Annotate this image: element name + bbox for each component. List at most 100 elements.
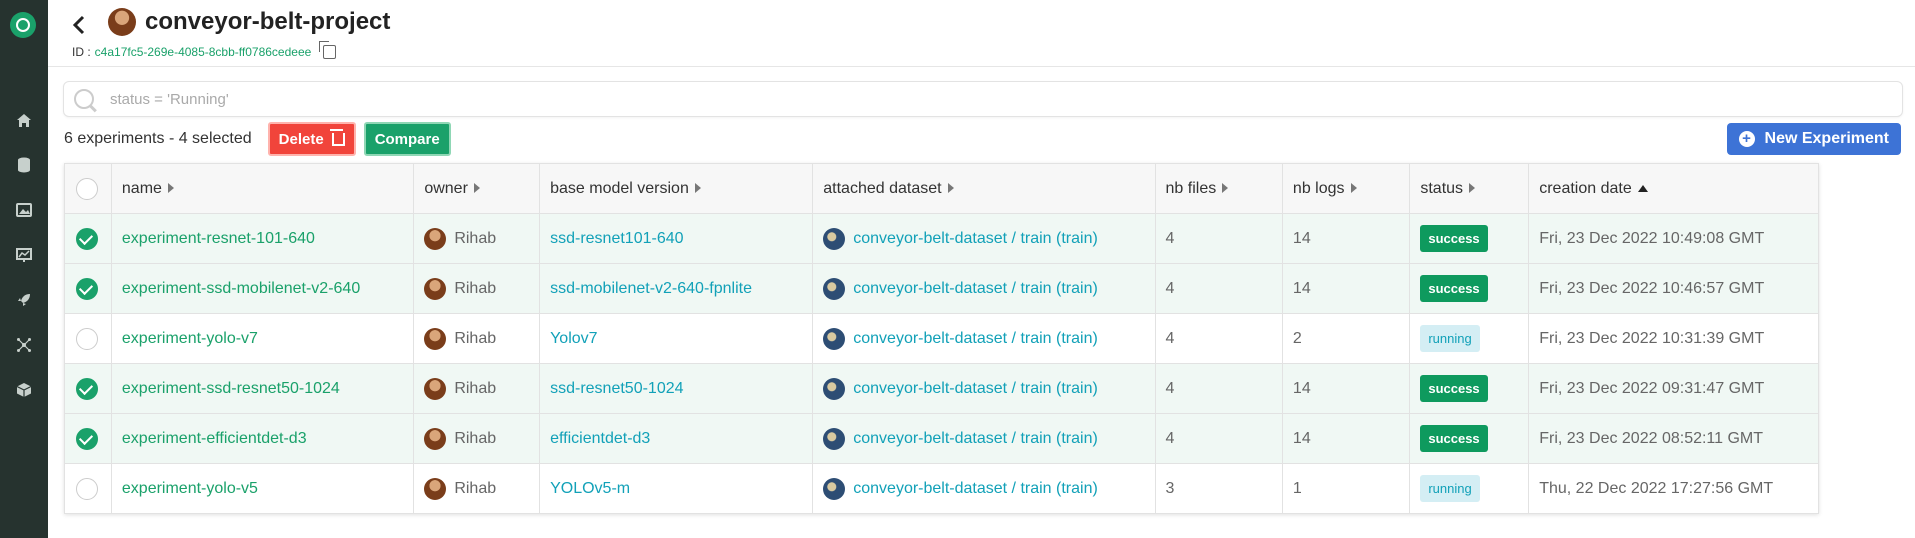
dataset-link[interactable]: conveyor-belt-dataset / train (train) (853, 480, 1098, 497)
sort-caret-icon (167, 183, 174, 194)
cube-icon[interactable] (0, 377, 48, 403)
experiment-name-link[interactable]: experiment-ssd-resnet50-1024 (110, 363, 415, 414)
rocket-icon[interactable] (0, 287, 48, 313)
experiment-name-link[interactable]: experiment-resnet-101-640 (110, 213, 415, 264)
column-header-dataset[interactable]: attached dataset (812, 163, 1156, 214)
sort-caret-icon (1469, 183, 1476, 194)
row-checkbox[interactable] (76, 477, 98, 500)
base-model-link[interactable]: efficientdet-d3 (539, 413, 814, 464)
column-header-name[interactable]: name (110, 163, 415, 214)
column-header-base-model[interactable]: base model version (539, 163, 814, 214)
owner-cell: Rihab (413, 313, 541, 364)
nb-files-cell: 4 (1154, 213, 1283, 264)
status-badge: running (1420, 325, 1480, 352)
app-logo-icon[interactable] (10, 12, 36, 38)
row-checkbox[interactable] (76, 227, 98, 250)
base-model-link[interactable]: YOLOv5-m (539, 463, 814, 514)
row-checkbox[interactable] (76, 327, 98, 350)
row-checkbox[interactable] (76, 377, 98, 400)
experiment-name-link[interactable]: experiment-yolo-v5 (110, 463, 415, 514)
dataset-link[interactable]: conveyor-belt-dataset / train (train) (853, 430, 1098, 447)
table-row[interactable]: experiment-ssd-mobilenet-v2-640 Rihab ss… (64, 263, 1819, 314)
creation-date-cell: Fri, 23 Dec 2022 10:49:08 GMT (1528, 213, 1819, 264)
new-experiment-button[interactable]: + New Experiment (1726, 123, 1901, 155)
database-icon[interactable] (0, 152, 48, 178)
nb-logs-cell: 14 (1281, 263, 1411, 314)
nb-files-cell: 3 (1154, 463, 1283, 514)
column-header-label: creation date (1539, 179, 1632, 197)
table-row[interactable]: experiment-yolo-v5 Rihab YOLOv5-m convey… (64, 463, 1819, 514)
status-cell: success (1409, 263, 1530, 314)
owner-cell: Rihab (413, 463, 541, 514)
column-header-label: name (121, 179, 162, 197)
column-header-status[interactable]: status (1409, 163, 1530, 214)
column-header-label: nb files (1165, 179, 1217, 197)
home-icon[interactable] (0, 107, 48, 133)
owner-name: Rihab (454, 379, 497, 397)
dataset-link[interactable]: conveyor-belt-dataset / train (train) (853, 330, 1098, 347)
image-icon[interactable] (0, 197, 48, 223)
dataset-link[interactable]: conveyor-belt-dataset / train (train) (853, 380, 1098, 397)
owner-name: Rihab (454, 279, 497, 297)
creation-date-cell: Fri, 23 Dec 2022 09:31:47 GMT (1528, 363, 1819, 414)
base-model-link[interactable]: ssd-resnet50-1024 (539, 363, 814, 414)
select-all-checkbox[interactable] (76, 177, 98, 200)
dataset-avatar (823, 477, 846, 500)
experiment-name-link[interactable]: experiment-ssd-mobilenet-v2-640 (110, 263, 415, 314)
nb-logs-cell: 14 (1281, 413, 1411, 464)
status-cell: running (1409, 463, 1530, 514)
selection-count: 6 experiments - 4 selected (64, 130, 252, 147)
status-cell: success (1409, 413, 1530, 464)
creation-date-cell: Fri, 23 Dec 2022 08:52:11 GMT (1528, 413, 1819, 464)
column-header-creation-date[interactable]: creation date (1528, 163, 1819, 214)
experiment-name-link[interactable]: experiment-efficientdet-d3 (110, 413, 415, 464)
avatar (424, 427, 447, 450)
new-experiment-label: New Experiment (1764, 130, 1889, 147)
page-title: conveyor-belt-project (145, 8, 391, 35)
base-model-link[interactable]: Yolov7 (539, 313, 814, 364)
nb-logs-cell: 1 (1281, 463, 1411, 514)
table-row[interactable]: experiment-efficientdet-d3 Rihab efficie… (64, 413, 1819, 464)
back-arrow-icon[interactable] (72, 14, 92, 38)
nb-logs-cell: 14 (1281, 363, 1411, 414)
copy-icon[interactable] (319, 41, 337, 59)
base-model-link[interactable]: ssd-resnet101-640 (539, 213, 814, 264)
status-cell: success (1409, 213, 1530, 264)
owner-cell: Rihab (413, 363, 541, 414)
row-select-cell (64, 313, 112, 364)
dataset-cell: conveyor-belt-dataset / train (train) (812, 413, 1156, 464)
page-header: conveyor-belt-project ID : c4a17fc5-269e… (48, 0, 1915, 67)
creation-date-cell: Fri, 23 Dec 2022 10:46:57 GMT (1528, 263, 1819, 314)
owner-name: Rihab (454, 229, 497, 247)
search-input[interactable] (108, 89, 1812, 109)
column-header-nb-files[interactable]: nb files (1154, 163, 1283, 214)
compare-button[interactable]: Compare (363, 122, 451, 156)
column-header-label: attached dataset (823, 179, 942, 197)
dataset-link[interactable]: conveyor-belt-dataset / train (train) (853, 280, 1098, 297)
column-header-owner[interactable]: owner (413, 163, 541, 214)
dataset-avatar (823, 327, 846, 350)
chart-icon[interactable] (0, 242, 48, 268)
experiment-name-link[interactable]: experiment-yolo-v7 (110, 313, 415, 364)
owner-name: Rihab (454, 429, 497, 447)
dataset-cell: conveyor-belt-dataset / train (train) (812, 363, 1156, 414)
column-header-label: nb logs (1292, 179, 1345, 197)
avatar (424, 477, 447, 500)
row-checkbox[interactable] (76, 427, 98, 450)
base-model-link[interactable]: ssd-mobilenet-v2-640-fpnlite (539, 263, 814, 314)
table-row[interactable]: experiment-ssd-resnet50-1024 Rihab ssd-r… (64, 363, 1819, 414)
dataset-cell: conveyor-belt-dataset / train (train) (812, 213, 1156, 264)
dataset-link[interactable]: conveyor-belt-dataset / train (train) (853, 230, 1098, 247)
table-row[interactable]: experiment-resnet-101-640 Rihab ssd-resn… (64, 213, 1819, 264)
delete-button[interactable]: Delete (267, 122, 356, 156)
nb-logs-cell: 2 (1281, 313, 1411, 364)
dataset-avatar (823, 377, 846, 400)
nb-files-cell: 4 (1154, 363, 1283, 414)
status-badge: success (1420, 225, 1488, 252)
row-checkbox[interactable] (76, 277, 98, 300)
table-row[interactable]: experiment-yolo-v7 Rihab Yolov7 conveyor… (64, 313, 1819, 364)
column-header-nb-logs[interactable]: nb logs (1281, 163, 1411, 214)
creation-date-cell: Thu, 22 Dec 2022 17:27:56 GMT (1528, 463, 1819, 514)
network-icon[interactable] (0, 332, 48, 358)
select-all-cell (64, 163, 112, 214)
